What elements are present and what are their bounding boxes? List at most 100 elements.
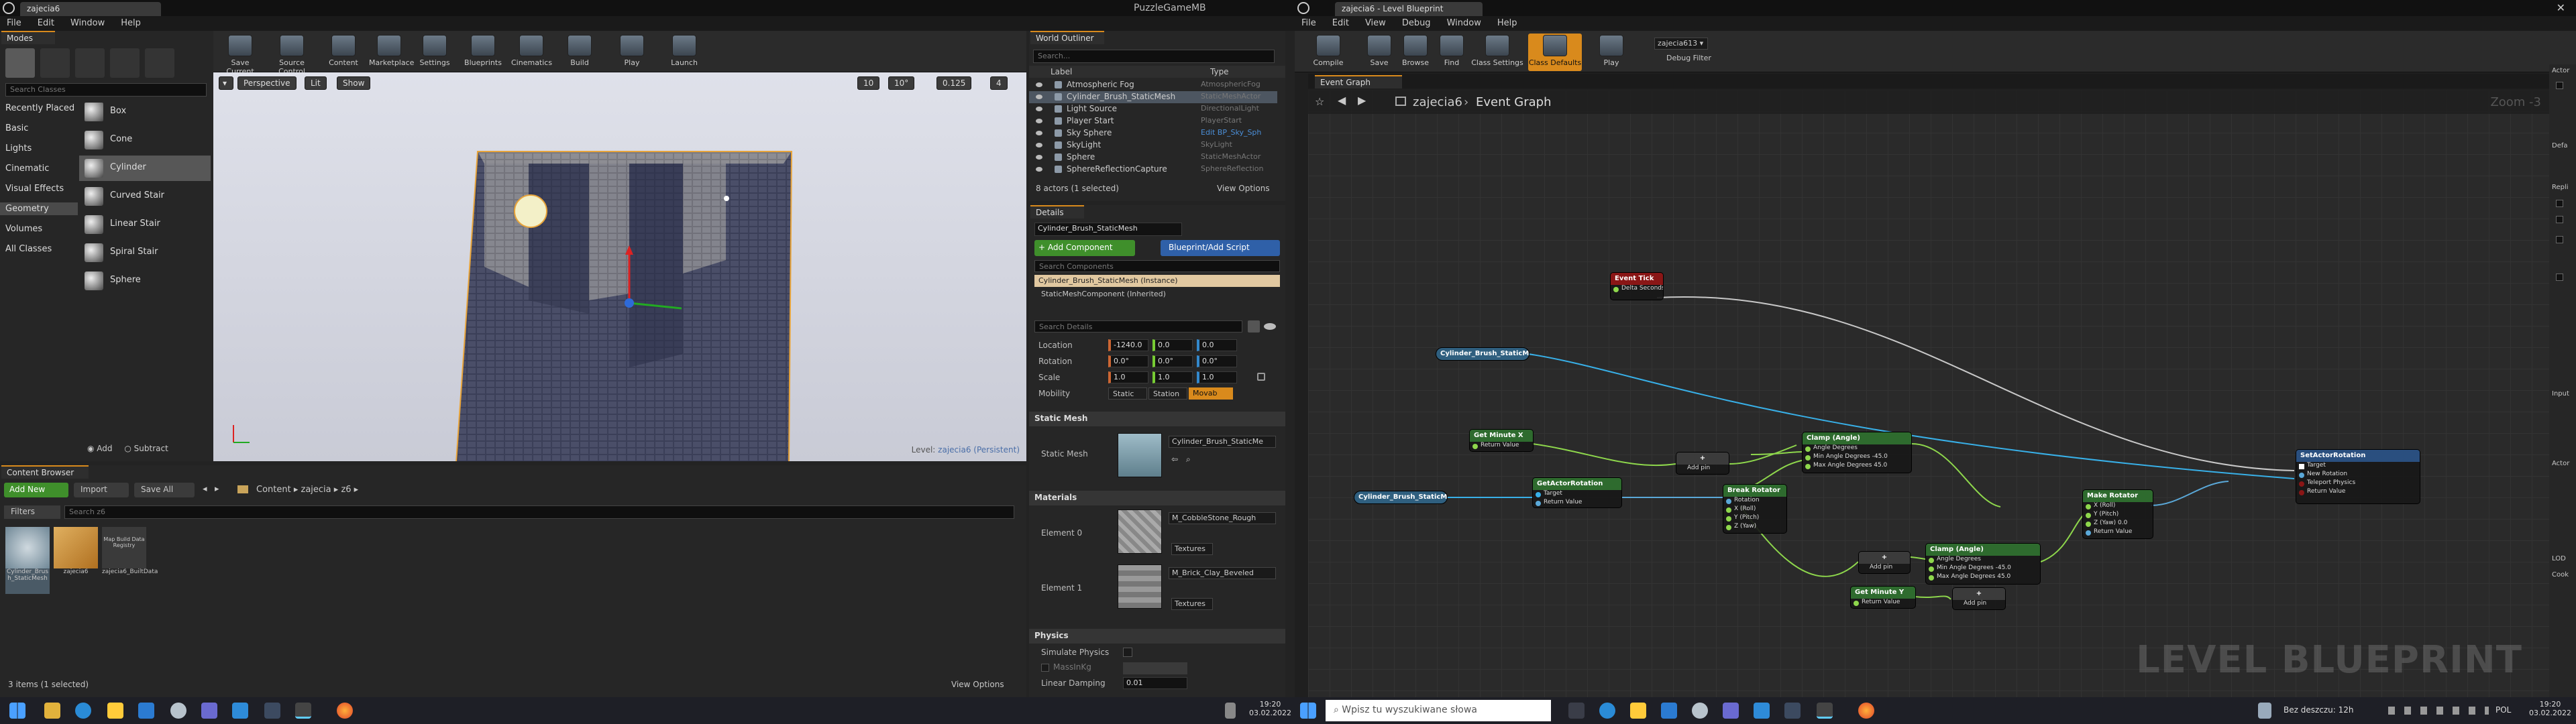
eye-icon[interactable] [1036, 167, 1042, 172]
struct-pin-icon[interactable] [1536, 501, 1541, 506]
category-cinematic[interactable]: Cinematic [5, 164, 49, 174]
outliner-row[interactable]: Sphere StaticMeshActor [1029, 152, 1277, 164]
save-all-button[interactable]: Save All [134, 483, 195, 497]
eye-icon[interactable] [1036, 155, 1042, 160]
float-pin-icon[interactable] [1472, 444, 1478, 449]
rotation-z[interactable]: 0.0° [1197, 355, 1237, 367]
add-node-2[interactable]: + Add pin [1858, 551, 1911, 574]
side-cook[interactable]: Cook [2552, 571, 2569, 579]
landscape-mode-icon[interactable] [75, 48, 105, 78]
edge-icon[interactable] [1599, 703, 1615, 719]
exec-pin-icon[interactable] [2299, 464, 2304, 469]
simulate-physics-checkbox[interactable] [1123, 648, 1132, 657]
back-arrow-icon[interactable]: ◂ [203, 484, 207, 494]
material1-thumbnail[interactable] [1118, 564, 1162, 609]
network-icon[interactable] [1225, 703, 1236, 719]
material0-thumbnail[interactable] [1118, 509, 1162, 554]
level-tab[interactable]: zajecia6 [20, 2, 161, 16]
outliner-row[interactable]: SphereReflectionCapture SphereReflection [1029, 164, 1277, 176]
compile-button[interactable]: Compile [1308, 34, 1348, 71]
firefox-icon[interactable] [337, 703, 353, 719]
filters-button[interactable]: Filters [4, 505, 60, 519]
menu-file[interactable]: File [7, 18, 21, 29]
float-pin-icon[interactable] [1613, 287, 1619, 292]
mail-icon[interactable] [1661, 703, 1677, 719]
class-settings-button[interactable]: Class Settings [1470, 34, 1524, 71]
geometry-mode-icon[interactable] [145, 48, 174, 78]
menu-file[interactable]: File [1301, 18, 1316, 29]
category-lights[interactable]: Lights [5, 143, 32, 154]
class-defaults-button[interactable]: Class Defaults [1528, 34, 1582, 71]
float-pin-icon[interactable] [1854, 601, 1859, 606]
add-component-button[interactable]: + Add Component [1034, 240, 1135, 256]
outliner-row[interactable]: Player Start PlayerStart [1029, 115, 1277, 127]
material0-textures[interactable]: Textures [1171, 543, 1213, 555]
taskbar-search-input[interactable]: ⌕ Wpisz tu wyszukiwane słowa [1326, 700, 1551, 721]
outliner-view-options[interactable]: View Options [1217, 184, 1270, 193]
eye-icon[interactable] [1036, 119, 1042, 123]
float-pin-icon[interactable] [1805, 455, 1811, 461]
mass-checkbox[interactable] [1041, 664, 1049, 672]
modes-tab[interactable]: Modes [1, 31, 55, 44]
scale-x[interactable]: 1.0 [1108, 371, 1148, 383]
rotation-y[interactable]: 0.0° [1152, 355, 1193, 367]
object-pin-icon[interactable] [1536, 492, 1541, 497]
find-button[interactable]: Find [1432, 34, 1472, 71]
float-pin-icon[interactable] [2086, 513, 2091, 518]
debug-object-dropdown[interactable]: zajecia613 ▾ [1654, 38, 1708, 50]
property-matrix-icon[interactable] [1248, 320, 1260, 333]
location-y[interactable]: 0.0 [1152, 339, 1193, 351]
details-tab[interactable]: Details [1030, 205, 1084, 219]
source-control-button[interactable]: Source Control [268, 34, 315, 76]
blueprints-button[interactable]: Blueprints [463, 34, 503, 71]
event-graph-tab[interactable]: Event Graph [1315, 75, 1402, 88]
outliner-row[interactable]: Atmospheric Fog AtmosphericFog [1029, 79, 1277, 91]
eye-icon[interactable] [1036, 131, 1042, 135]
get-minute-y-node[interactable]: Get Minute Y Return Value [1850, 586, 1916, 609]
marketplace-button[interactable]: Marketplace [369, 34, 414, 71]
make-rotator-node[interactable]: Make Rotator X (Roll) Y (Pitch) Z (Yaw) … [2082, 489, 2153, 539]
materials-section[interactable]: Materials [1029, 491, 1285, 505]
material0-dropdown[interactable]: M_CobbleStone_Rough [1169, 512, 1276, 524]
material1-dropdown[interactable]: M_Brick_Clay_Beveled [1169, 567, 1276, 579]
asset-tile[interactable]: Map Build Data Registry zajecia6_BuiltDa… [102, 527, 158, 594]
menu-view[interactable]: View [1365, 18, 1386, 29]
bool-pin-icon[interactable] [2299, 490, 2304, 495]
component-search-input[interactable]: Search Components [1034, 260, 1280, 272]
category-visual-effects[interactable]: Visual Effects [5, 184, 64, 194]
mobility-static[interactable]: Static [1108, 387, 1147, 400]
breadcrumb-z6[interactable]: z6 [341, 485, 351, 495]
outliner-row[interactable]: SkyLight SkyLight [1029, 139, 1277, 152]
eye-icon[interactable] [1036, 82, 1042, 87]
task-icon[interactable] [1784, 703, 1801, 719]
event-tick-node[interactable]: Event Tick Delta Seconds [1610, 272, 1664, 300]
side-checkbox[interactable] [2556, 274, 2563, 281]
mail-icon[interactable] [138, 703, 154, 719]
settings-icon[interactable] [1692, 703, 1708, 719]
visibility-eye-icon[interactable] [1264, 323, 1276, 330]
mass-field[interactable] [1123, 662, 1187, 674]
outliner-search-input[interactable]: Search... [1033, 50, 1275, 63]
mobility-movable[interactable]: Movab [1189, 387, 1233, 400]
category-basic[interactable]: Basic [5, 123, 28, 133]
breadcrumb-content[interactable]: Content [256, 485, 291, 495]
settings-icon[interactable] [170, 703, 186, 719]
vs-icon[interactable] [1754, 703, 1770, 719]
float-pin-icon[interactable] [2086, 522, 2091, 527]
float-pin-icon[interactable] [1929, 558, 1934, 563]
content-view-options[interactable]: View Options [951, 680, 1004, 689]
float-pin-icon[interactable] [1726, 507, 1731, 513]
event-graph-canvas[interactable]: ☆ ◀ ▶ zajecia6 › Event Graph Zoom -3 Eve… [1308, 90, 2549, 697]
side-checkbox[interactable] [2556, 236, 2563, 243]
bool-pin-icon[interactable] [2299, 481, 2304, 487]
mobility-stationary[interactable]: Station [1148, 387, 1187, 400]
break-rotator-node[interactable]: Break Rotator Rotation X (Roll) Y (Pitch… [1723, 484, 1787, 534]
category-volumes[interactable]: Volumes [5, 224, 42, 234]
menu-help[interactable]: Help [121, 18, 141, 29]
float-pin-icon[interactable] [1726, 516, 1731, 522]
place-item-spiral-stair[interactable]: Spiral Stair [79, 240, 211, 265]
place-item-cylinder[interactable]: Cylinder [79, 156, 211, 181]
clamp-angle-node-2[interactable]: Clamp (Angle) Angle Degrees Min Angle De… [1925, 543, 2041, 585]
add-radio[interactable]: ◉ [87, 444, 97, 453]
bp-play-button[interactable]: Play [1591, 34, 1631, 71]
